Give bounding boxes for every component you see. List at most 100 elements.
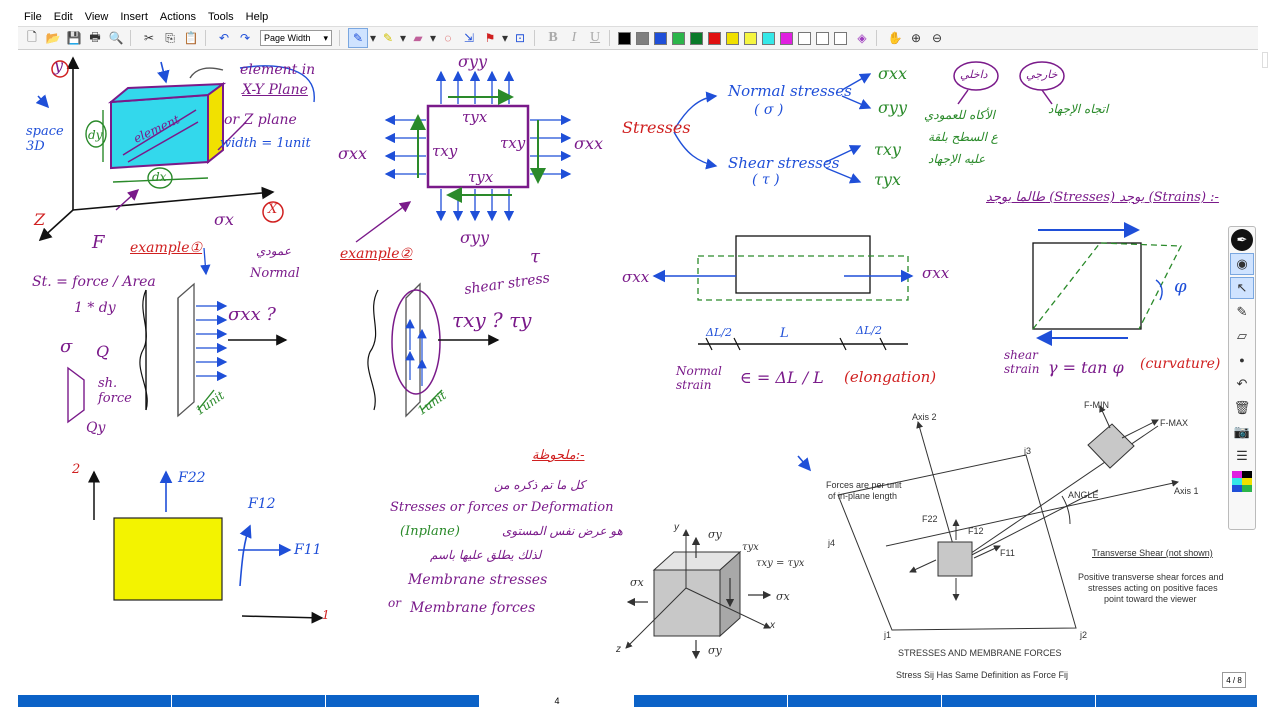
- zoom-out-icon[interactable]: ⊖: [927, 28, 947, 48]
- color-swatch-12[interactable]: [834, 31, 847, 45]
- open-icon[interactable]: 📂: [43, 28, 63, 48]
- axis-2-label: Axis 2: [912, 412, 937, 422]
- menu-tools[interactable]: Tools: [202, 11, 240, 23]
- strains-note: طالما يوجد (Stresses) يوجد (Strains) :-: [986, 190, 1219, 205]
- color-swatch-0[interactable]: [618, 31, 631, 45]
- figure-title: STRESSES AND MEMBRANE FORCES: [898, 648, 1062, 658]
- color-swatches: [618, 31, 852, 45]
- axis-2-mark: 2: [72, 462, 81, 477]
- menu-edit[interactable]: Edit: [48, 11, 79, 23]
- copy-icon[interactable]: ⎘: [160, 28, 180, 48]
- vertical-scrollbar[interactable]: [1258, 50, 1280, 695]
- transverse-shear-title: Transverse Shear (not shown): [1092, 548, 1213, 558]
- highlighter-dropdown-icon[interactable]: ▾: [399, 28, 407, 48]
- dot-icon[interactable]: ●: [1230, 349, 1254, 371]
- pointer-icon[interactable]: ↖: [1230, 277, 1254, 299]
- color-swatch-7[interactable]: [744, 31, 757, 45]
- status-segment: [634, 695, 788, 707]
- menu-file[interactable]: File: [18, 11, 48, 23]
- trash-icon[interactable]: 🗑: [1230, 397, 1254, 419]
- pen-icon[interactable]: ✎: [348, 28, 368, 48]
- toolbar-divider: [205, 30, 211, 46]
- menu-help[interactable]: Help: [240, 11, 275, 23]
- color-swatch-3[interactable]: [672, 31, 685, 45]
- shear-symbol: ( τ ): [752, 172, 780, 188]
- sigma-xx-question: σxx ?: [228, 304, 276, 325]
- color-wheel-icon[interactable]: ◈: [852, 28, 872, 48]
- pen-dropdown-icon[interactable]: ▾: [369, 28, 377, 48]
- figure-caption: Stress Sij Has Same Definition as Force …: [896, 670, 1069, 680]
- Qy-label: Qy: [86, 420, 106, 436]
- stress-element-sketch: [355, 70, 572, 243]
- tau-yx-top: τyx: [462, 108, 488, 126]
- save-icon[interactable]: 💾: [64, 28, 84, 48]
- menu-view[interactable]: View: [79, 11, 115, 23]
- cube-sigma-x-left: σx: [630, 576, 644, 589]
- delta-l-right: ΔL/2: [856, 324, 882, 337]
- color-swatch-4[interactable]: [690, 31, 703, 45]
- cube-sigma-y-bottom: σy: [708, 644, 722, 657]
- camera-icon[interactable]: 📷: [1230, 421, 1254, 443]
- zoom-select[interactable]: Page Width ▾: [260, 30, 332, 46]
- zoom-in-icon[interactable]: ⊕: [906, 28, 926, 48]
- color-swatch-11[interactable]: [816, 31, 829, 45]
- sigma-q-label: σ: [60, 336, 73, 357]
- z-axis-label: Z: [34, 210, 46, 229]
- note-page[interactable]: y element in X-Y Plane or Z plane width …: [18, 50, 1258, 695]
- color-swatch-2[interactable]: [654, 31, 667, 45]
- highlighter-tool-icon[interactable]: ✎: [1230, 301, 1254, 323]
- angle-label: ANGLE: [1068, 490, 1099, 500]
- membrane-stresses-label: Membrane stresses: [408, 572, 548, 588]
- F12-label: F12: [248, 496, 276, 512]
- color-swatch-5[interactable]: [708, 31, 721, 45]
- cube-tau-yx: τyx: [742, 542, 759, 553]
- hand-icon[interactable]: ✋: [885, 28, 905, 48]
- arabic-line-c: عليه الإجهاد: [928, 152, 986, 166]
- curvature-label: (curvature): [1140, 356, 1221, 372]
- toolbar: 🗋 📂 💾 🖶 🔍 ✂ ⎘ 📋 ↶ ↷ Page Width ▾ ✎ ▾ ✎ ▾…: [18, 26, 1258, 50]
- color-swatch-9[interactable]: [780, 31, 793, 45]
- cube-equation: τxy = τyx: [756, 558, 805, 569]
- underline-icon[interactable]: U: [585, 28, 605, 48]
- bold-icon[interactable]: B: [543, 28, 563, 48]
- highlighter-icon[interactable]: ✎: [378, 28, 398, 48]
- color-swatch-10[interactable]: [798, 31, 811, 45]
- app-window: File Edit View Insert Actions Tools Help…: [0, 0, 1280, 720]
- print-icon[interactable]: 🖶: [85, 28, 105, 48]
- pen-tool-icon[interactable]: ✒: [1231, 229, 1253, 251]
- undo-tool-icon[interactable]: ↶: [1230, 373, 1254, 395]
- toolbar-divider: [130, 30, 136, 46]
- find-icon[interactable]: 🔍: [106, 28, 126, 48]
- menu-insert[interactable]: Insert: [114, 11, 154, 23]
- insert-space-icon[interactable]: ⇲: [459, 28, 479, 48]
- cube-y-axis: y: [674, 522, 679, 533]
- flag-icon[interactable]: ⚑: [480, 28, 500, 48]
- eraser-tool-icon[interactable]: ▱: [1230, 325, 1254, 347]
- undo-icon[interactable]: ↶: [214, 28, 234, 48]
- Q-label: Q: [96, 342, 110, 361]
- scroll-up-icon[interactable]: [1262, 52, 1268, 68]
- lasso-icon[interactable]: ◌: [438, 28, 458, 48]
- cut-icon[interactable]: ✂: [139, 28, 159, 48]
- cube-z-axis: z: [616, 644, 621, 655]
- new-page-icon[interactable]: 🗋: [22, 28, 42, 48]
- xy-plane-note: X-Y Plane: [242, 82, 308, 98]
- redo-icon[interactable]: ↷: [235, 28, 255, 48]
- x-axis-label: X: [268, 202, 278, 217]
- paste-icon[interactable]: 📋: [181, 28, 201, 48]
- color-swatch-8[interactable]: [762, 31, 775, 45]
- palette-colors[interactable]: [1232, 471, 1252, 492]
- sigma-xx-bar-right: σxx: [922, 264, 950, 282]
- text-box-icon[interactable]: ⊡: [510, 28, 530, 48]
- eye-icon[interactable]: ◉: [1230, 253, 1254, 275]
- notes-icon[interactable]: ☰: [1230, 445, 1254, 467]
- chevron-down-icon: ▾: [323, 32, 328, 43]
- eraser-dropdown-icon[interactable]: ▾: [429, 28, 437, 48]
- menu-actions[interactable]: Actions: [154, 11, 202, 23]
- tau-xy-right: τxy: [500, 134, 526, 152]
- flag-dropdown-icon[interactable]: ▾: [501, 28, 509, 48]
- color-swatch-6[interactable]: [726, 31, 739, 45]
- color-swatch-1[interactable]: [636, 31, 649, 45]
- eraser-icon[interactable]: ▰: [408, 28, 428, 48]
- italic-icon[interactable]: I: [564, 28, 584, 48]
